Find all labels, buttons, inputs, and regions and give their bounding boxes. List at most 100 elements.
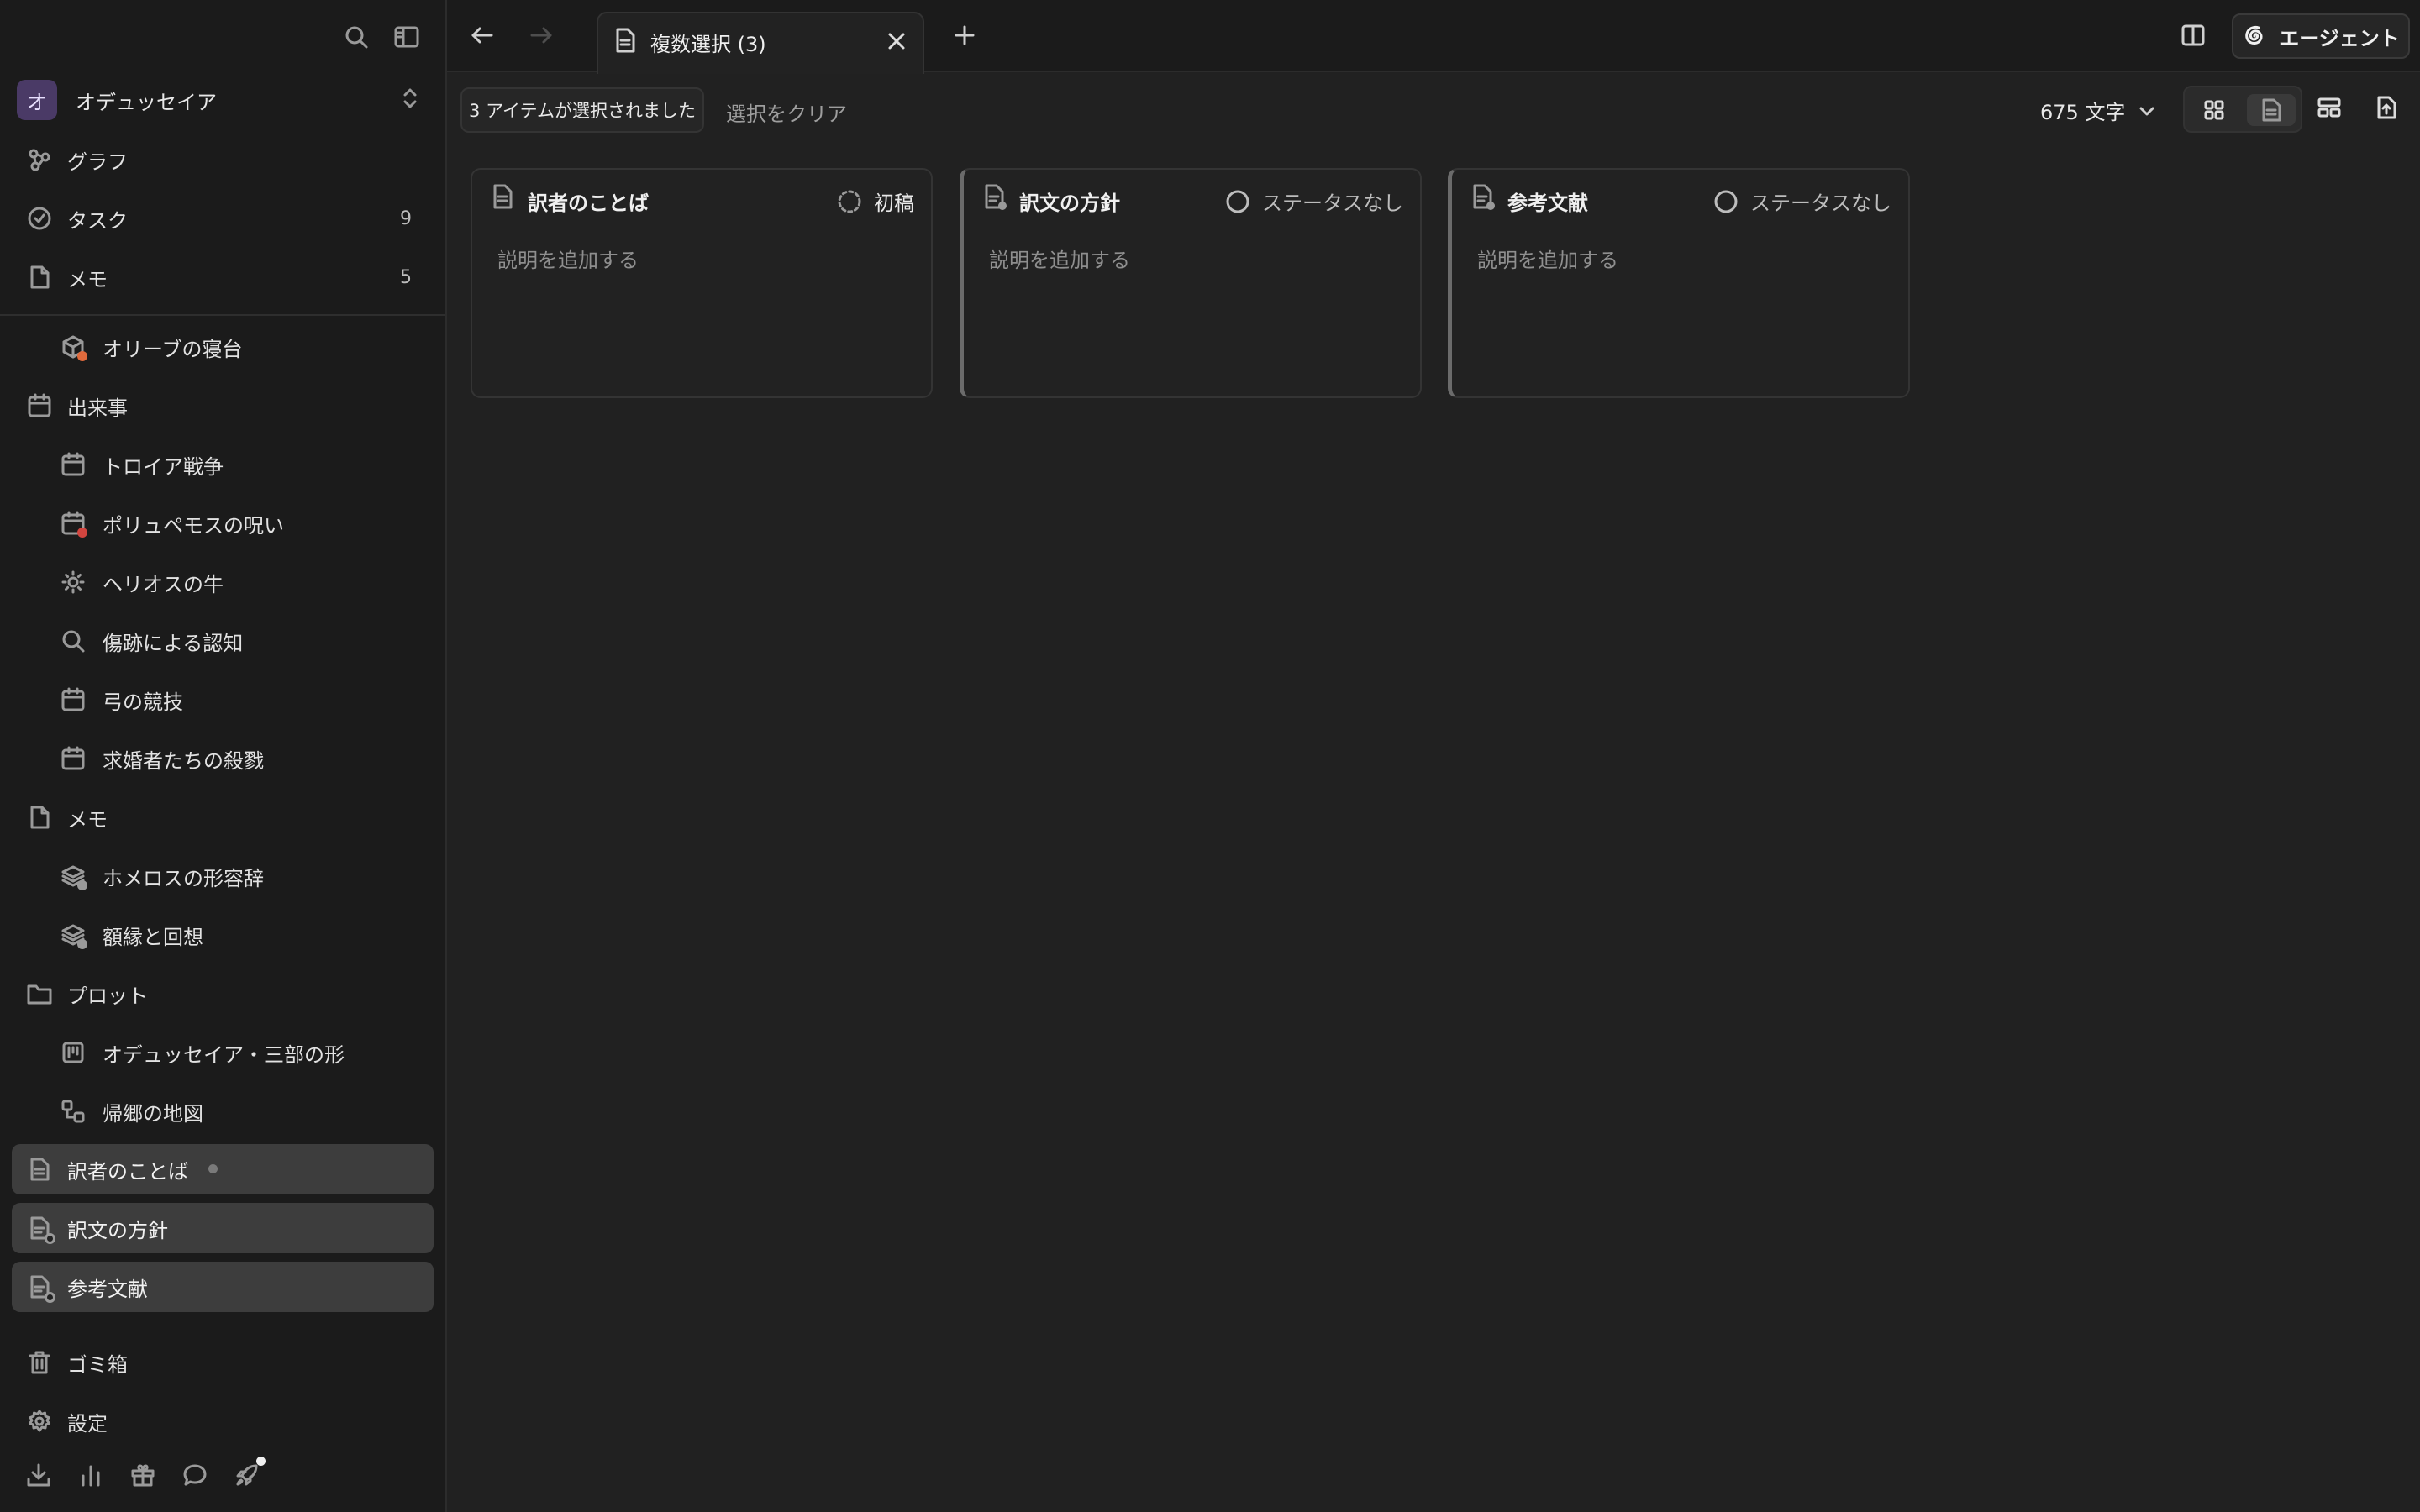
gear-icon	[25, 1407, 54, 1436]
tree-item-epithets[interactable]: ホメロスの形容辞	[12, 851, 434, 901]
sun-icon	[59, 568, 87, 596]
card-status[interactable]: ステータスなし	[1713, 186, 1891, 216]
back-arrow-icon[interactable]	[466, 18, 499, 52]
tree-item-label: 額縁と回想	[103, 925, 203, 949]
graph-icon	[25, 145, 54, 174]
download-icon[interactable]	[24, 1460, 54, 1490]
nav-tasks-count: 9	[400, 207, 412, 229]
notification-dot	[256, 1457, 266, 1466]
nav-graph[interactable]: グラフ	[12, 134, 434, 185]
tree-item-label: 参考文献	[67, 1277, 148, 1301]
rocket-icon[interactable]	[232, 1457, 266, 1490]
selection-count-badge: 3 アイテムが選択されました	[460, 87, 704, 133]
document-icon	[25, 1155, 54, 1184]
agent-spiral-icon	[2242, 24, 2267, 49]
tree-item-polyphemus[interactable]: ポリュペモスの呪い	[12, 498, 434, 549]
card-title: 参考文献	[1507, 192, 1588, 215]
status-dot	[45, 1292, 55, 1303]
layout-rows-icon[interactable]	[2312, 91, 2346, 124]
sidebar: オ オデュッセイア グラフ タスク 9 メモ 5 オリーブの寝台 出来事 トロイ…	[0, 0, 445, 1512]
card-description-placeholder[interactable]: 説明を追加する	[989, 244, 1130, 273]
nav-tasks[interactable]: タスク 9	[12, 193, 434, 244]
card-status-label: ステータスなし	[1262, 192, 1403, 215]
card-status-label: 初稿	[874, 192, 914, 215]
bar-chart-icon[interactable]	[76, 1460, 106, 1490]
main-area: 複数選択 (3) エージェント 3 アイテムが選択されました 選択をクリア 67…	[445, 0, 2420, 1512]
card-status-label: ステータスなし	[1750, 192, 1891, 215]
calendar-icon	[59, 744, 87, 773]
tree-item-label: 求婚者たちの殺戮	[103, 748, 264, 773]
search-icon[interactable]	[339, 20, 373, 54]
workspace-name: オデュッセイア	[76, 90, 217, 114]
tree-folder-label: プロット	[67, 984, 148, 1008]
sidebar-bottom-bar	[24, 1457, 266, 1490]
card-description-placeholder[interactable]: 説明を追加する	[1477, 244, 1618, 273]
unsaved-dot	[208, 1164, 218, 1173]
document-card[interactable]: 参考文献 ステータスなし 説明を追加する	[1448, 168, 1910, 398]
tree-folder-label: 出来事	[67, 396, 128, 420]
tree-item-translator-note[interactable]: 訳者のことば	[12, 1144, 434, 1194]
nav-memos[interactable]: メモ 5	[12, 252, 434, 302]
agent-button[interactable]: エージェント	[2232, 13, 2410, 59]
layers-icon	[59, 862, 87, 890]
tree-item-bow[interactable]: 弓の競技	[12, 675, 434, 725]
document-icon	[491, 183, 514, 210]
word-count-dropdown[interactable]: 675 文字	[2040, 96, 2157, 125]
tree-item-label: ポリュペモスの呪い	[103, 513, 284, 538]
export-document-icon[interactable]	[2370, 91, 2403, 124]
tree-item-suitors[interactable]: 求婚者たちの殺戮	[12, 733, 434, 784]
status-dot	[77, 880, 87, 890]
tree-item-references[interactable]: 参考文献	[12, 1262, 434, 1312]
calendar-icon	[59, 509, 87, 538]
nav-settings-label: 設定	[67, 1411, 108, 1436]
split-view-icon[interactable]	[2176, 18, 2210, 52]
grid-view-icon[interactable]	[2190, 94, 2238, 126]
card-status[interactable]: 初稿	[837, 186, 914, 216]
workspace-switcher[interactable]: オ オデュッセイア	[17, 79, 420, 121]
document-icon	[25, 1273, 55, 1303]
tree-item-label: 弓の競技	[103, 690, 183, 714]
calendar-icon	[59, 685, 87, 714]
document-card[interactable]: 訳文の方針 ステータスなし 説明を追加する	[960, 168, 1422, 398]
tree-item-scar[interactable]: 傷跡による認知	[12, 616, 434, 666]
status-dot	[77, 351, 87, 361]
gift-icon[interactable]	[128, 1460, 158, 1490]
nav-trash[interactable]: ゴミ箱	[12, 1337, 434, 1388]
tree-item-label: トロイア戦争	[103, 454, 224, 479]
chat-bubble-icon[interactable]	[180, 1460, 210, 1490]
tree-item-helios[interactable]: ヘリオスの牛	[12, 557, 434, 607]
tree-folder-plot[interactable]: プロット	[12, 969, 434, 1019]
new-tab-plus-icon[interactable]	[948, 18, 981, 52]
tree-item-label: 訳者のことば	[67, 1159, 188, 1184]
status-dot	[45, 1233, 55, 1244]
tree-item-homecoming-map[interactable]: 帰郷の地図	[12, 1086, 434, 1137]
document-card[interactable]: 訳者のことば 初稿 説明を追加する	[471, 168, 933, 398]
kanban-icon	[59, 1038, 87, 1067]
check-circle-icon	[25, 204, 54, 233]
card-title: 訳者のことば	[528, 192, 649, 215]
tree-item-olive-bed[interactable]: オリーブの寝台	[12, 322, 434, 372]
tree-item-label: ヘリオスの牛	[103, 572, 224, 596]
view-mode-toggle	[2183, 86, 2302, 133]
tree-item-three-part[interactable]: オデュッセイア・三部の形	[12, 1027, 434, 1078]
tree-folder-events[interactable]: 出来事	[12, 381, 434, 431]
tree-item-framing[interactable]: 額縁と回想	[12, 910, 434, 960]
forward-arrow-icon[interactable]	[524, 18, 558, 52]
tree-item-label: オリーブの寝台	[103, 337, 243, 361]
document-icon	[982, 183, 1007, 210]
document-icon	[613, 27, 637, 54]
tab-multi-select[interactable]: 複数選択 (3)	[597, 12, 924, 74]
nav-settings[interactable]: 設定	[12, 1396, 434, 1446]
workspace-avatar: オ	[17, 80, 57, 120]
tree-item-trojan-war[interactable]: トロイア戦争	[12, 439, 434, 490]
clear-selection-button[interactable]: 選択をクリア	[726, 97, 847, 127]
tree-folder-memos[interactable]: メモ	[12, 792, 434, 843]
document-view-icon[interactable]	[2247, 94, 2296, 126]
document-icon	[25, 803, 54, 832]
close-icon[interactable]	[884, 29, 909, 54]
card-description-placeholder[interactable]: 説明を追加する	[497, 244, 639, 273]
card-status[interactable]: ステータスなし	[1225, 186, 1403, 216]
chevron-up-down-icon	[400, 86, 420, 111]
tree-item-translation-policy[interactable]: 訳文の方針	[12, 1203, 434, 1253]
sidebar-toggle-icon[interactable]	[390, 20, 424, 54]
